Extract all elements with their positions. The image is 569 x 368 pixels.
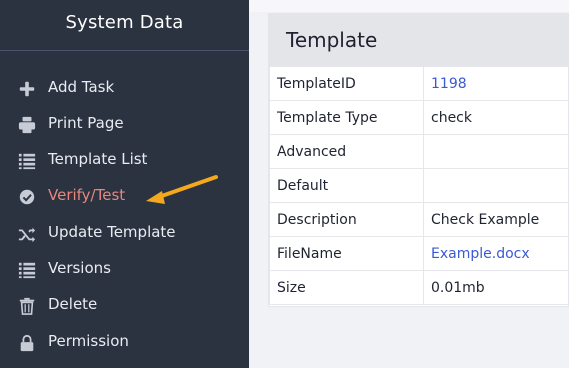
row-key: Default xyxy=(269,168,424,203)
sidebar-item-label: Versions xyxy=(48,259,111,277)
sidebar: System Data Add Task Print Page Template… xyxy=(0,0,249,368)
row-key: Template Type xyxy=(269,100,424,135)
sidebar-item-versions[interactable]: Versions xyxy=(0,254,249,284)
top-strip xyxy=(249,0,569,12)
row-key: FileName xyxy=(269,236,424,271)
sidebar-item-label: Template List xyxy=(48,150,148,168)
trash-icon xyxy=(17,296,36,315)
sidebar-title: System Data xyxy=(65,12,184,33)
sidebar-item-add-task[interactable]: Add Task xyxy=(0,73,249,103)
row-value: 0.01mb xyxy=(423,270,569,305)
arrow-icon xyxy=(146,175,218,204)
panel-title: Template xyxy=(286,28,378,52)
sidebar-item-label: Permission xyxy=(48,332,129,350)
row-value xyxy=(423,134,569,169)
table-row: Template Type check xyxy=(269,100,569,135)
row-key: Advanced xyxy=(269,134,424,169)
table-row: Size 0.01mb xyxy=(269,270,569,305)
sidebar-item-template-list[interactable]: Template List xyxy=(0,145,249,175)
template-panel: Template TemplateID 1198 Template Type c… xyxy=(268,13,569,307)
sidebar-divider xyxy=(0,50,249,51)
sidebar-item-print-page[interactable]: Print Page xyxy=(0,109,249,139)
row-value: Check Example xyxy=(423,202,569,237)
row-key: Description xyxy=(269,202,424,237)
row-value: check xyxy=(423,100,569,135)
sidebar-item-update-template[interactable]: Update Template xyxy=(0,218,249,248)
table-row: Default xyxy=(269,168,569,203)
template-id-link[interactable]: 1198 xyxy=(423,66,569,101)
table-row: TemplateID 1198 xyxy=(269,66,569,101)
check-circle-icon xyxy=(17,187,36,206)
row-value xyxy=(423,168,569,203)
sidebar-item-label: Add Task xyxy=(48,78,115,96)
table-row: Advanced xyxy=(269,134,569,169)
template-details-table: TemplateID 1198 Template Type check Adva… xyxy=(269,66,569,305)
row-key: Size xyxy=(269,270,424,305)
sidebar-item-delete[interactable]: Delete xyxy=(0,290,249,320)
main-content: Template TemplateID 1198 Template Type c… xyxy=(249,0,569,368)
sidebar-item-permission[interactable]: Permission xyxy=(0,327,249,357)
list-icon xyxy=(17,260,36,279)
panel-header: Template xyxy=(269,14,569,66)
sidebar-item-label: Print Page xyxy=(48,114,124,132)
shuffle-icon xyxy=(17,224,36,243)
sidebar-item-label: Delete xyxy=(48,295,98,313)
print-icon xyxy=(17,115,36,134)
plus-icon xyxy=(17,79,36,98)
lock-icon xyxy=(17,333,36,352)
row-key: TemplateID xyxy=(269,66,424,101)
table-row: FileName Example.docx xyxy=(269,236,569,271)
table-row: Description Check Example xyxy=(269,202,569,237)
list-icon xyxy=(17,151,36,170)
file-name-link[interactable]: Example.docx xyxy=(423,236,569,271)
sidebar-item-label: Update Template xyxy=(48,223,176,241)
sidebar-item-label: Verify/Test xyxy=(48,186,126,204)
